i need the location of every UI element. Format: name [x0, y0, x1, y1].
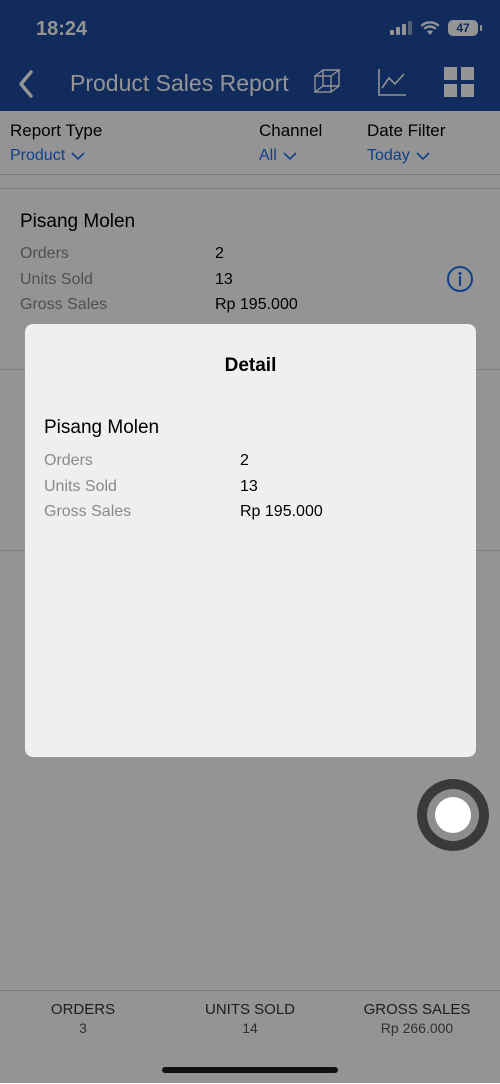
modal-orders-value: 2	[240, 452, 249, 469]
modal-orders-label: Orders	[44, 452, 93, 469]
modal-gross-value: Rp 195.000	[240, 503, 323, 520]
modal-gross-label: Gross Sales	[44, 503, 132, 520]
modal-product-name: Pisang Molen	[44, 417, 160, 438]
modal-title: Detail	[224, 355, 277, 376]
home-indicator[interactable]	[162, 1067, 338, 1073]
assistive-touch-ring	[427, 789, 479, 841]
modal-units-label: Units Sold	[44, 478, 117, 495]
modal-units-value: 13	[240, 478, 258, 495]
detail-modal: Detail Pisang Molen Orders 2 Units Sold …	[25, 324, 476, 757]
assistive-touch-button[interactable]	[417, 779, 489, 851]
assistive-touch-dot	[435, 797, 471, 833]
